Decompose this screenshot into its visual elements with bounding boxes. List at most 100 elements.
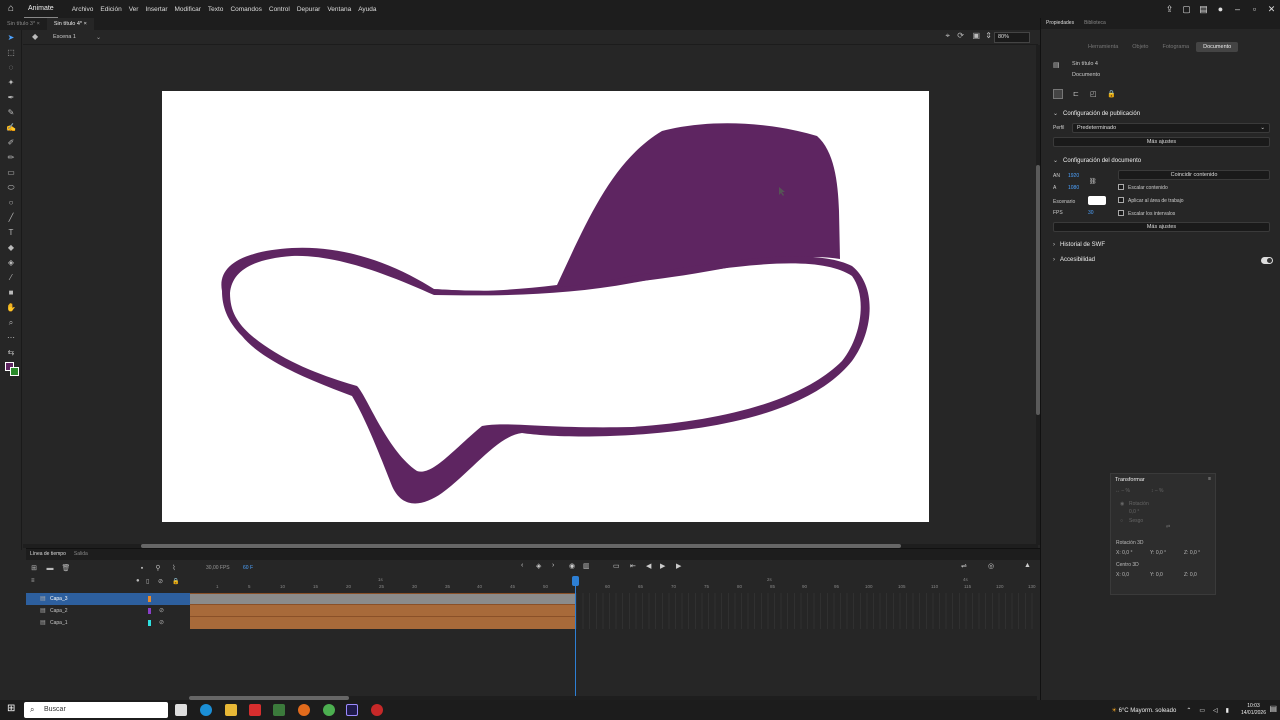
- oval-icon[interactable]: ⬭: [0, 180, 22, 195]
- tab-timeline[interactable]: Línea de tiempo: [26, 549, 70, 560]
- rot3d-x[interactable]: X: 0,0 °: [1116, 550, 1132, 556]
- maximize-icon[interactable]: ▫: [1246, 4, 1263, 14]
- layer-row[interactable]: ▤ Capa_3: [26, 593, 190, 605]
- home-icon[interactable]: ⌂: [4, 2, 18, 16]
- layer-name[interactable]: Capa_1: [50, 617, 68, 629]
- empty-frames[interactable]: [576, 605, 1038, 617]
- file-explorer-icon[interactable]: [225, 704, 237, 716]
- volume-icon[interactable]: ◁: [1213, 707, 1218, 714]
- chrome-icon[interactable]: [323, 704, 335, 716]
- weather-widget[interactable]: ☀ 6°C Mayorm. soleado: [1112, 707, 1177, 714]
- scene-label[interactable]: Escena 1: [53, 34, 76, 40]
- zoom-stepper-icon[interactable]: ⇕: [985, 31, 992, 40]
- zoom-field[interactable]: 80%: [994, 32, 1030, 43]
- paint-brush-icon[interactable]: ✐: [0, 135, 22, 150]
- fps-readout[interactable]: 30,00 FPS: [206, 565, 230, 571]
- loop-icon[interactable]: ▭: [613, 562, 620, 570]
- pencil-icon[interactable]: ✏: [0, 150, 22, 165]
- profile-select[interactable]: Predeterminado ⌄: [1072, 123, 1270, 133]
- onion-skin-icon[interactable]: ◉: [569, 562, 575, 570]
- panel-menu-icon[interactable]: ≡: [1208, 476, 1211, 482]
- close-tab-icon[interactable]: ×: [37, 21, 40, 27]
- eyedropper-icon[interactable]: ⁄: [0, 270, 22, 285]
- menu-comandos[interactable]: Comandos: [230, 6, 261, 13]
- empty-frames[interactable]: [576, 593, 1038, 605]
- subtab-document[interactable]: Documento: [1196, 42, 1239, 52]
- close-tab-icon[interactable]: ×: [84, 21, 87, 27]
- selection-tool-icon[interactable]: ➤: [0, 30, 22, 45]
- polystar-icon[interactable]: ○: [0, 195, 22, 210]
- layer-frames[interactable]: [190, 604, 576, 616]
- app-icon-green[interactable]: [273, 704, 285, 716]
- insert-keyframe-icon[interactable]: ◈: [536, 562, 541, 570]
- magnet-icon[interactable]: [1053, 89, 1063, 99]
- subtab-tool[interactable]: Herramienta: [1081, 42, 1125, 52]
- hand-icon[interactable]: ✋: [0, 300, 22, 315]
- tab-properties[interactable]: Propiedades: [1041, 18, 1079, 29]
- layer-name[interactable]: Capa_2: [50, 605, 68, 617]
- center-stage-icon[interactable]: ⌖: [945, 31, 950, 41]
- parent-view-icon[interactable]: ⚲: [150, 564, 166, 572]
- accessibility-toggle[interactable]: [1261, 257, 1273, 264]
- layer-frames[interactable]: [190, 593, 576, 604]
- tab-output[interactable]: Salida: [70, 549, 92, 560]
- rotation-radio[interactable]: ◉: [1120, 501, 1124, 507]
- vector-shape[interactable]: [162, 91, 929, 522]
- apply-workspace-checkbox[interactable]: [1118, 197, 1124, 203]
- swf-history-header[interactable]: › Historial de SWF: [1053, 242, 1105, 248]
- width-scale-icon[interactable]: ↔ – %: [1115, 488, 1130, 494]
- fluid-brush-icon[interactable]: ✍: [0, 120, 22, 135]
- match-contents-button[interactable]: Coincidir contenido: [1118, 170, 1270, 180]
- flip-icon[interactable]: ⇄: [1166, 524, 1170, 530]
- skew-radio[interactable]: ○: [1120, 518, 1123, 524]
- hidden-layer-icon[interactable]: ⊘: [159, 617, 164, 629]
- more-settings-button-2[interactable]: Más ajustes: [1053, 222, 1270, 232]
- edit-multiple-icon[interactable]: ▥: [583, 562, 590, 570]
- height-value[interactable]: 1080: [1068, 185, 1079, 191]
- play-test-icon[interactable]: ●: [1212, 4, 1229, 14]
- link-icon[interactable]: ⛓: [1089, 178, 1097, 185]
- height-scale-icon[interactable]: ↕ – %: [1151, 488, 1164, 494]
- more-settings-button[interactable]: Más ajustes: [1053, 137, 1270, 147]
- scale-content-checkbox[interactable]: [1118, 184, 1124, 190]
- scale-spans-checkbox[interactable]: [1118, 210, 1124, 216]
- rotation-value[interactable]: 0,0 °: [1129, 509, 1139, 515]
- camera-icon[interactable]: ■: [0, 285, 22, 300]
- rot3d-z[interactable]: Z: 0,0 °: [1184, 550, 1200, 556]
- center-frame-icon[interactable]: ◎: [988, 562, 994, 570]
- chevron-up-icon[interactable]: ⌃: [1186, 707, 1191, 714]
- document-section-header[interactable]: ⌄ Configuración del documento: [1053, 157, 1141, 164]
- share-icon[interactable]: ⇪: [1161, 4, 1178, 15]
- visibility-toggle-icon[interactable]: ⊘: [158, 578, 163, 585]
- doc-tab-2[interactable]: Sin título 4* ×: [46, 18, 94, 30]
- layer-row[interactable]: ▤ Capa_2 ⊘: [26, 605, 190, 617]
- highlight-icon[interactable]: ●: [136, 578, 140, 584]
- playhead[interactable]: [572, 576, 579, 696]
- menu-ayuda[interactable]: Ayuda: [358, 6, 376, 13]
- camera-layer-icon[interactable]: ▪: [134, 565, 150, 572]
- sync-icon[interactable]: ⇌: [961, 562, 967, 570]
- snap-icon[interactable]: ⊏: [1073, 90, 1079, 98]
- rot3d-y[interactable]: Y: 0,0 °: [1150, 550, 1166, 556]
- animate-taskbar-icon[interactable]: [346, 704, 358, 716]
- line-icon[interactable]: ╱: [0, 210, 22, 225]
- color-swap-icon[interactable]: ⇆: [0, 345, 22, 360]
- menu-control[interactable]: Control: [269, 6, 290, 13]
- recorder-icon[interactable]: [371, 704, 383, 716]
- text-icon[interactable]: T: [0, 225, 22, 240]
- chevron-down-icon[interactable]: ⌄: [96, 34, 101, 41]
- close-icon[interactable]: ✕: [1263, 4, 1280, 15]
- layer-frames[interactable]: [190, 616, 576, 629]
- menu-modificar[interactable]: Modificar: [175, 6, 201, 13]
- delete-layer-icon[interactable]: 🗑: [58, 564, 74, 572]
- frame-icon[interactable]: ◰: [1090, 90, 1097, 98]
- rectangle-icon[interactable]: ▭: [0, 165, 22, 180]
- accessibility-header[interactable]: › Accesibilidad: [1053, 257, 1095, 263]
- clock[interactable]: 10:03 14/01/2026: [1241, 703, 1266, 717]
- go-first-icon[interactable]: ⇤: [630, 562, 636, 570]
- publish-section-header[interactable]: ⌄ Configuración de publicación: [1053, 110, 1140, 117]
- layer-row[interactable]: ▤ Capa_1 ⊘: [26, 617, 190, 629]
- free-transform-icon[interactable]: ⬚: [0, 45, 22, 60]
- new-folder-icon[interactable]: ▬: [42, 565, 58, 572]
- menu-archivo[interactable]: Archivo: [72, 6, 94, 13]
